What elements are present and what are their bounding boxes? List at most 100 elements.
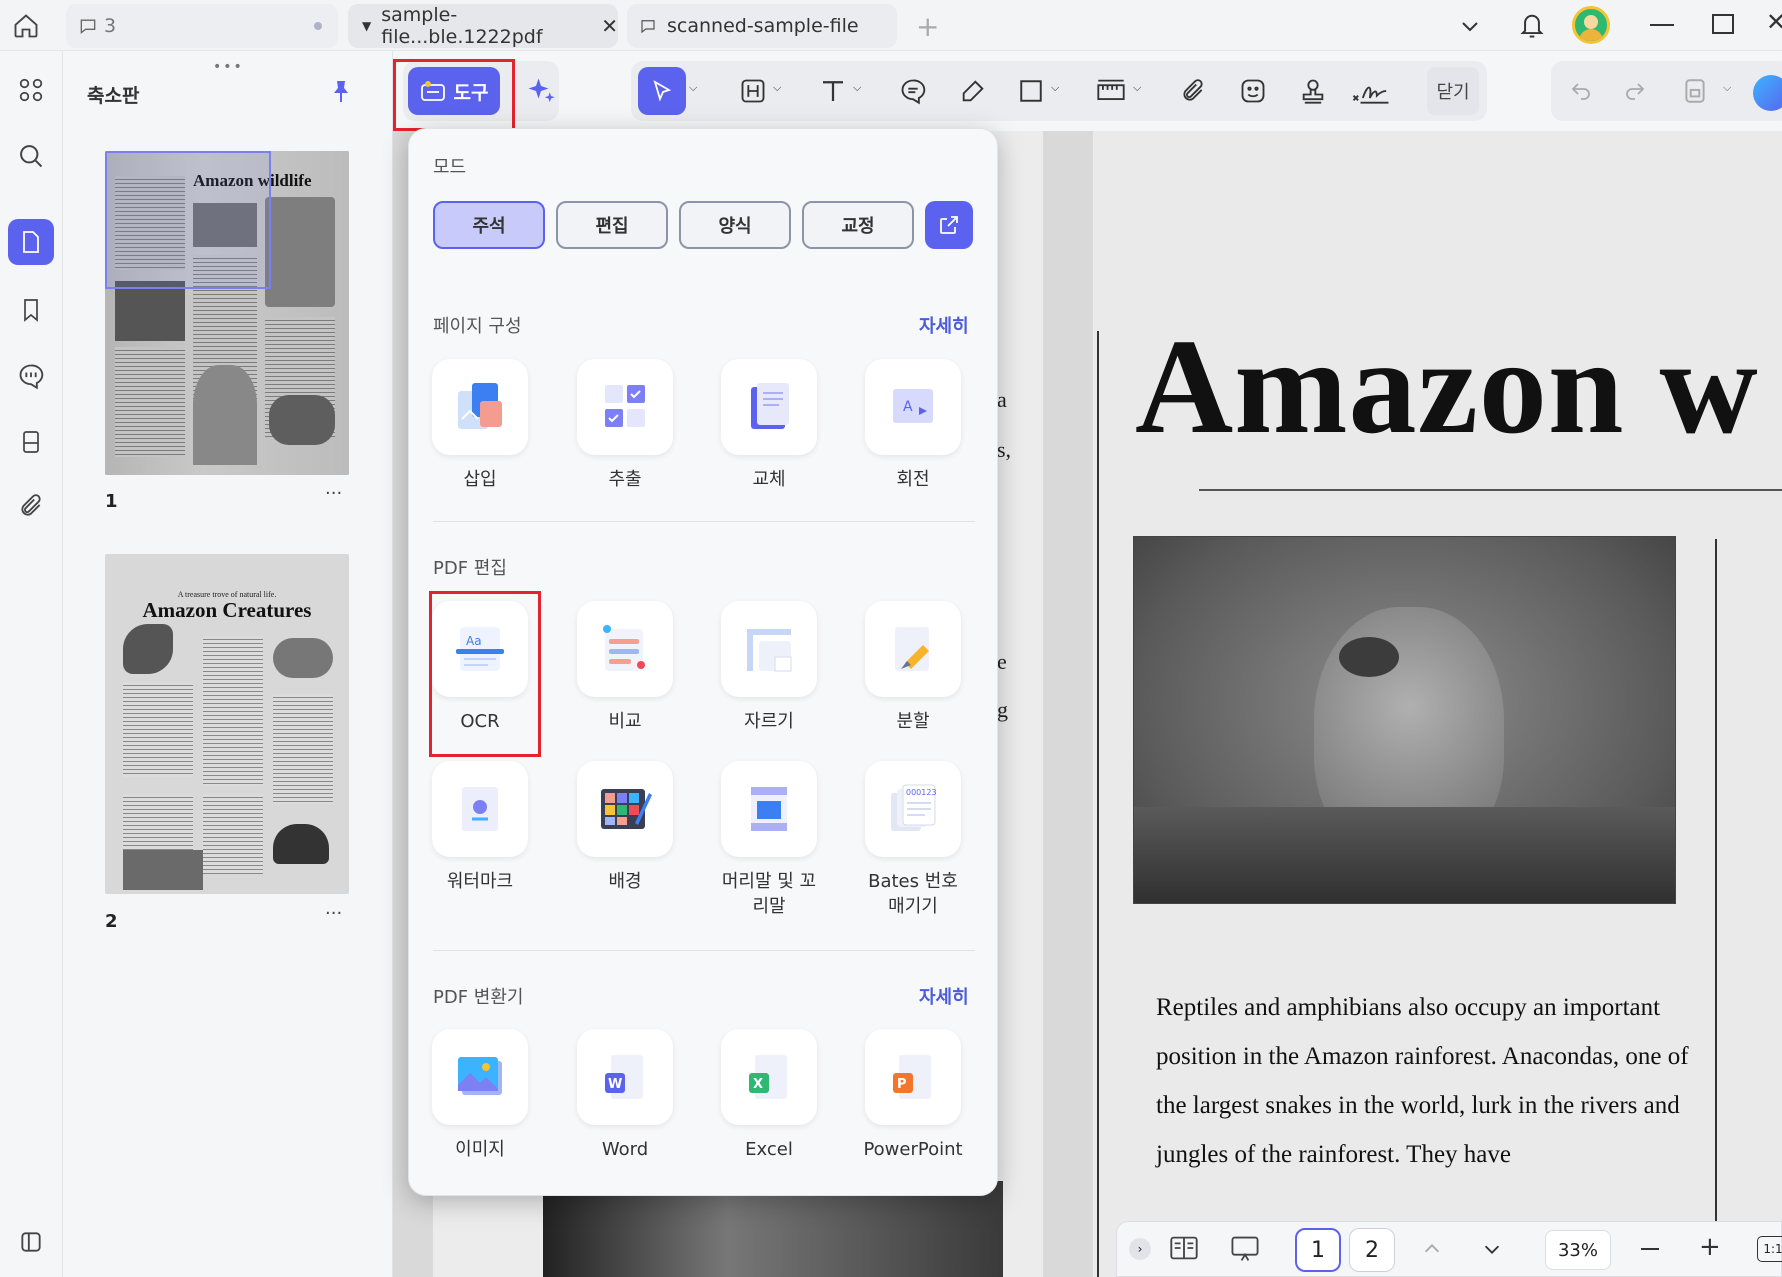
ai-assistant-icon[interactable] xyxy=(1753,75,1782,111)
reading-mode-icon[interactable] xyxy=(1169,1234,1199,1262)
zoom-out-icon[interactable] xyxy=(1641,1248,1659,1250)
tool-label: Excel xyxy=(745,1139,793,1160)
viewport-indicator[interactable] xyxy=(105,151,271,289)
minimize-icon[interactable] xyxy=(1650,24,1674,26)
signature-tool-icon[interactable] xyxy=(1351,71,1391,111)
close-tab-icon[interactable]: ✕ xyxy=(601,14,618,38)
mode-annotate-button[interactable]: 주석 xyxy=(433,201,545,249)
save-icon[interactable] xyxy=(1675,71,1715,111)
pen-tool-icon[interactable] xyxy=(953,71,993,111)
chevron-down-icon[interactable]: ⌵ xyxy=(773,81,781,95)
theme-icon[interactable] xyxy=(8,1219,54,1265)
page-navigation-bar: › 1 2 33% + 1:1 xyxy=(1116,1221,1782,1277)
tool-extract[interactable]: 추출 xyxy=(550,359,700,492)
shape-tool-icon[interactable] xyxy=(1011,71,1051,111)
redo-icon[interactable] xyxy=(1615,71,1655,111)
page-more-icon[interactable]: ··· xyxy=(325,903,342,924)
maximize-icon[interactable] xyxy=(1712,14,1734,34)
page-thumbnail-2[interactable]: A treasure trove of natural life. Amazon… xyxy=(105,554,349,894)
chevron-down-icon[interactable]: ⌵ xyxy=(853,81,861,95)
page-section-more-link[interactable]: 자세히 xyxy=(919,312,969,338)
bookmark-icon[interactable] xyxy=(8,287,54,333)
background-icon xyxy=(577,761,673,857)
tool-compare[interactable]: 비교 xyxy=(550,601,700,734)
crop-icon xyxy=(721,601,817,697)
comment-tool-icon[interactable] xyxy=(893,71,933,111)
zoom-level[interactable]: 33% xyxy=(1545,1230,1611,1270)
tool-to-excel[interactable]: X Excel xyxy=(694,1029,844,1162)
new-tab-icon[interactable]: + xyxy=(916,10,939,43)
close-window-icon[interactable]: ✕ xyxy=(1766,8,1782,36)
tool-background[interactable]: 배경 xyxy=(550,761,700,894)
dropdown-triangle-icon[interactable]: ▼ xyxy=(362,19,371,33)
highlight-tool-icon[interactable] xyxy=(733,71,773,111)
tool-bates-numbering[interactable]: 000123 Bates 번호 매기기 xyxy=(838,761,988,919)
search-icon[interactable] xyxy=(8,133,54,179)
fit-actual-size-button[interactable]: 1:1 xyxy=(1757,1236,1782,1262)
svg-text:X: X xyxy=(753,1077,763,1092)
chevron-up-icon[interactable] xyxy=(1421,1238,1443,1260)
text-tool-icon[interactable] xyxy=(813,71,853,111)
comments-tab[interactable]: 3 xyxy=(66,4,338,48)
tool-to-image[interactable]: 이미지 xyxy=(405,1029,555,1162)
edge-letter: e xyxy=(997,649,1007,674)
tab-active-file[interactable]: ▼ sample-file...ble.1222pdf ✕ xyxy=(348,4,618,48)
document-icon[interactable] xyxy=(8,419,54,465)
document-title: Amazon w xyxy=(1135,312,1759,462)
chevron-down-icon[interactable]: ⌵ xyxy=(1051,81,1059,95)
comment-icon xyxy=(641,20,655,34)
page-1-button[interactable]: 1 xyxy=(1295,1228,1341,1272)
thumbnail-panel: ••• 축소판 Amazon wildlife 1 ··· A treasure… xyxy=(63,51,393,1277)
mode-review-button[interactable]: 교정 xyxy=(802,201,914,249)
attachment-icon[interactable] xyxy=(8,483,54,529)
chevron-down-icon[interactable]: ⌵ xyxy=(1723,81,1731,95)
mode-edit-button[interactable]: 편집 xyxy=(556,201,668,249)
open-external-button[interactable] xyxy=(925,201,973,249)
convert-section-more-link[interactable]: 자세히 xyxy=(919,983,969,1009)
chevron-down-icon[interactable] xyxy=(1481,1238,1503,1260)
tool-to-powerpoint[interactable]: P PowerPoint xyxy=(838,1029,988,1162)
close-toolbar-button[interactable]: 닫기 xyxy=(1427,67,1479,115)
tool-watermark[interactable]: 워터마크 xyxy=(405,761,555,894)
tool-header-footer[interactable]: 머리말 및 꼬리말 xyxy=(694,761,844,919)
attach-tool-icon[interactable] xyxy=(1173,71,1213,111)
page-2-button[interactable]: 2 xyxy=(1349,1228,1395,1272)
chevron-down-icon[interactable]: ⌵ xyxy=(689,81,697,95)
tab-scanned-file[interactable]: scanned-sample-file xyxy=(627,4,897,48)
grid-icon[interactable] xyxy=(8,67,54,113)
mode-form-button[interactable]: 양식 xyxy=(679,201,791,249)
home-icon[interactable] xyxy=(8,8,44,44)
tool-to-word[interactable]: W Word xyxy=(550,1029,700,1162)
select-tool-button[interactable] xyxy=(638,67,686,115)
page-thumbnail-1[interactable]: Amazon wildlife xyxy=(105,151,349,475)
pin-icon[interactable] xyxy=(329,79,353,105)
chevron-down-icon[interactable] xyxy=(1458,14,1482,38)
collapse-bar-button[interactable]: › xyxy=(1129,1238,1151,1260)
tab-bar: 3 ▼ sample-file...ble.1222pdf ✕ scanned-… xyxy=(0,0,1782,51)
tool-crop[interactable]: 자르기 xyxy=(694,601,844,734)
presentation-icon[interactable] xyxy=(1229,1234,1261,1264)
comments-panel-icon[interactable] xyxy=(8,353,54,399)
tool-split[interactable]: 분할 xyxy=(838,601,988,734)
tool-replace[interactable]: 교체 xyxy=(694,359,844,492)
zoom-in-icon[interactable]: + xyxy=(1699,1232,1721,1262)
external-link-icon xyxy=(940,216,958,234)
page-thumbnails-icon[interactable] xyxy=(8,219,54,265)
measure-tool-icon[interactable] xyxy=(1091,71,1131,111)
divider xyxy=(433,521,975,522)
stamp-tool-icon[interactable] xyxy=(1293,71,1333,111)
ai-sparkle-icon[interactable] xyxy=(521,71,561,111)
page-more-icon[interactable]: ··· xyxy=(325,483,342,504)
image-convert-icon xyxy=(432,1029,528,1125)
main-toolbar: 도구 ⌵ ⌵ ⌵ ⌵ ⌵ 닫기 ⌵ xyxy=(393,51,1782,131)
avatar[interactable] xyxy=(1572,6,1610,44)
tool-insert[interactable]: 삽입 xyxy=(405,359,555,492)
undo-icon[interactable] xyxy=(1561,71,1601,111)
tool-label: 추출 xyxy=(608,469,642,490)
right-column-rule xyxy=(1715,539,1717,1277)
drag-handle[interactable]: ••• xyxy=(213,59,244,75)
chevron-down-icon[interactable]: ⌵ xyxy=(1133,81,1141,95)
sticker-tool-icon[interactable] xyxy=(1233,71,1273,111)
tool-rotate[interactable]: A 회전 xyxy=(838,359,988,492)
bell-icon[interactable] xyxy=(1518,10,1546,40)
